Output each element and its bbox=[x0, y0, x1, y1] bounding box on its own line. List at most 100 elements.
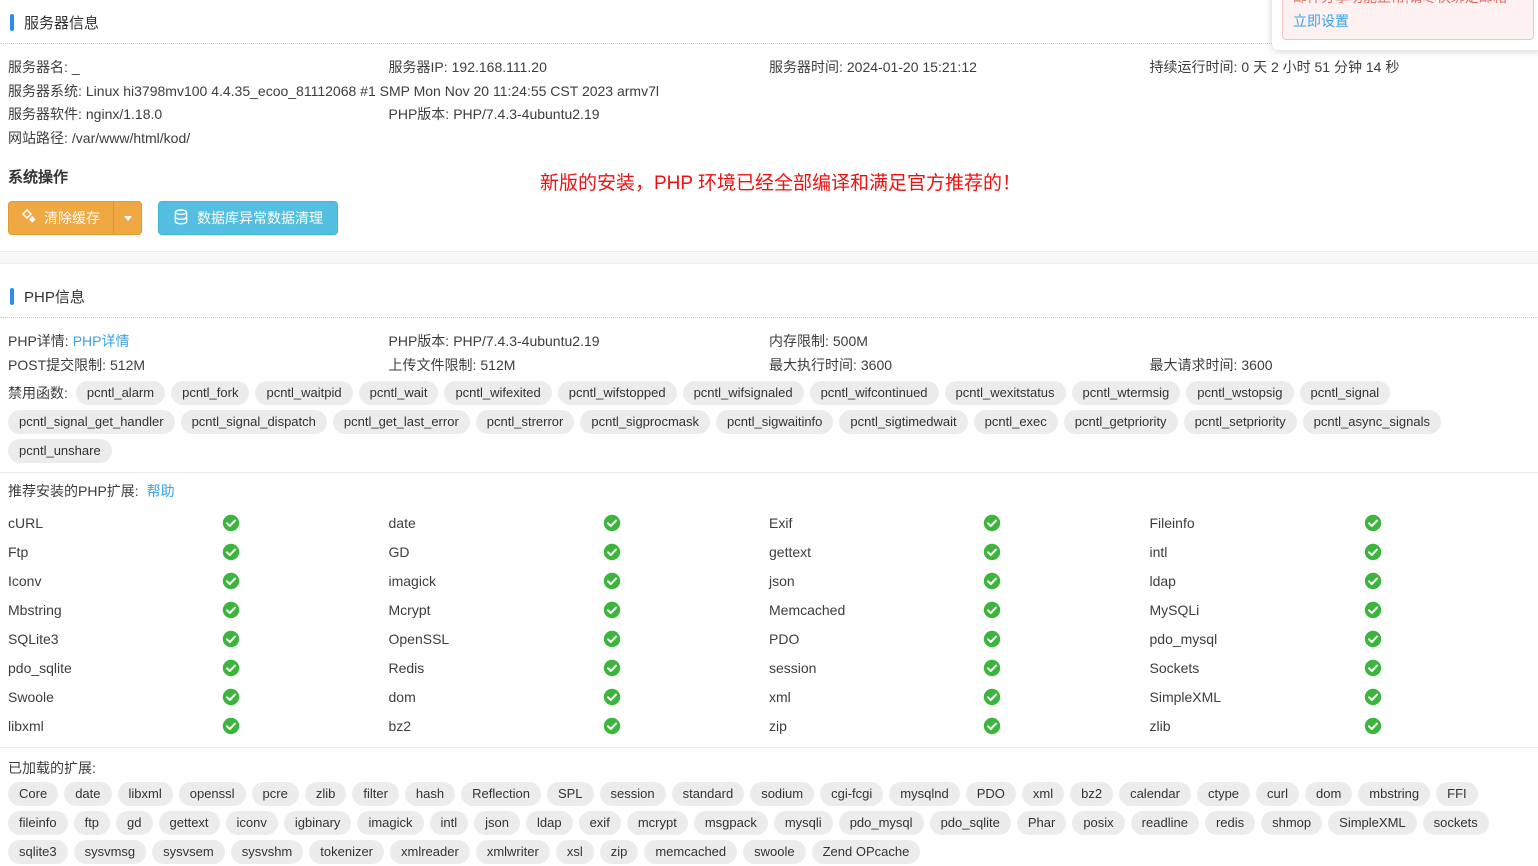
check-circle-icon bbox=[983, 514, 1001, 532]
extension-name: libxml bbox=[8, 718, 222, 734]
field-empty bbox=[1150, 330, 1531, 354]
check-circle-icon bbox=[983, 543, 1001, 561]
extension-name: ldap bbox=[1150, 573, 1364, 589]
recommended-extension-row: SimpleXML bbox=[1150, 682, 1531, 711]
loaded-extension-badge: iconv bbox=[226, 811, 278, 835]
field-label: 服务器系统: bbox=[8, 83, 82, 99]
loaded-extension-badge: pcre bbox=[252, 782, 299, 806]
disabled-function-badge: pcntl_sigtimedwait bbox=[839, 410, 967, 434]
loaded-extension-badge: redis bbox=[1205, 811, 1255, 835]
field-value: PHP/7.4.3-4ubuntu2.19 bbox=[453, 106, 599, 122]
field-php-version: PHP版本:PHP/7.4.3-4ubuntu2.19 bbox=[389, 103, 770, 127]
recommended-extension-row: gettext bbox=[769, 537, 1150, 566]
clear-cache-icon bbox=[22, 209, 37, 227]
loaded-extension-badge: sockets bbox=[1423, 811, 1489, 835]
field-uptime: 持续运行时间:0 天 2 小时 51 分钟 14 秒 bbox=[1150, 56, 1531, 80]
check-circle-icon bbox=[222, 514, 240, 532]
check-circle-icon bbox=[1364, 688, 1382, 706]
disabled-functions-list: 禁用函数: pcntl_alarmpcntl_forkpcntl_waitpid… bbox=[0, 379, 1538, 465]
loaded-extension-badge: SPL bbox=[547, 782, 594, 806]
extension-name: pdo_sqlite bbox=[8, 660, 222, 676]
loaded-extensions-label: 已加载的扩展: bbox=[0, 754, 1538, 780]
disabled-function-badge: pcntl_async_signals bbox=[1303, 410, 1441, 434]
db-clean-button[interactable]: 数据库异常数据清理 bbox=[158, 201, 338, 235]
check-circle-icon bbox=[222, 717, 240, 735]
recommended-extension-row: OpenSSL bbox=[389, 624, 770, 653]
db-clean-label: 数据库异常数据清理 bbox=[197, 208, 323, 228]
check-circle-icon bbox=[222, 572, 240, 590]
recommended-extension-row: cURL bbox=[8, 508, 389, 537]
recommended-extension-row: Swoole bbox=[8, 682, 389, 711]
check-circle-icon bbox=[1364, 543, 1382, 561]
field-php-detail: PHP详情:PHP详情 bbox=[8, 330, 389, 354]
extension-name: Fileinfo bbox=[1150, 515, 1364, 531]
field-label: 上传文件限制: bbox=[389, 357, 477, 373]
recommended-extension-row: SQLite3 bbox=[8, 624, 389, 653]
disabled-function-badge: pcntl_signal bbox=[1300, 381, 1391, 405]
server-info-title: 服务器信息 bbox=[24, 12, 99, 33]
extension-name: json bbox=[769, 573, 983, 589]
php-detail-link[interactable]: PHP详情 bbox=[73, 333, 130, 349]
disabled-function-badge: pcntl_wait bbox=[359, 381, 439, 405]
extension-name: Mbstring bbox=[8, 602, 222, 618]
loaded-extension-badge: swoole bbox=[743, 840, 805, 864]
check-circle-icon bbox=[983, 659, 1001, 677]
loaded-extension-badge: libxml bbox=[118, 782, 173, 806]
recommended-extension-row: GD bbox=[389, 537, 770, 566]
loaded-extension-badge: curl bbox=[1256, 782, 1299, 806]
php-info-title: PHP信息 bbox=[24, 286, 85, 307]
disabled-function-badge: pcntl_signal_dispatch bbox=[181, 410, 327, 434]
loaded-extension-badge: PDO bbox=[966, 782, 1016, 806]
help-link[interactable]: 帮助 bbox=[147, 483, 175, 499]
extension-name: Mcrypt bbox=[389, 602, 603, 618]
field-value: 0 天 2 小时 51 分钟 14 秒 bbox=[1241, 59, 1399, 75]
clear-cache-dropdown-toggle[interactable] bbox=[113, 202, 141, 234]
loaded-extension-badge: json bbox=[474, 811, 520, 835]
disabled-function-badge: pcntl_alarm bbox=[76, 381, 165, 405]
loaded-extension-badge: Reflection bbox=[461, 782, 541, 806]
loaded-extension-badge: posix bbox=[1072, 811, 1124, 835]
notification-popup: 邮件分享功能正常,请尽快绑定邮箱 立即设置 bbox=[1272, 0, 1538, 50]
loaded-extension-badge: ftp bbox=[74, 811, 110, 835]
clear-cache-button[interactable]: 清除缓存 bbox=[9, 202, 113, 234]
check-circle-icon bbox=[603, 688, 621, 706]
php-info-row-2: POST提交限制:512M 上传文件限制:512M 最大执行时间:3600 最大… bbox=[8, 354, 1530, 378]
loaded-extension-badge: Zend OPcache bbox=[812, 840, 921, 864]
loaded-extension-badge: gettext bbox=[159, 811, 220, 835]
loaded-extension-badge: openssl bbox=[179, 782, 246, 806]
setup-now-link[interactable]: 立即设置 bbox=[1293, 13, 1349, 29]
field-value: nginx/1.18.0 bbox=[86, 106, 162, 122]
check-circle-icon bbox=[603, 572, 621, 590]
server-info-row-3: 服务器软件:nginx/1.18.0 PHP版本:PHP/7.4.3-4ubun… bbox=[8, 103, 1530, 127]
loaded-extension-badge: SimpleXML bbox=[1328, 811, 1416, 835]
server-info-row-2: 服务器系统:Linux hi3798mv100 4.4.35_ecoo_8111… bbox=[8, 80, 1530, 104]
extension-name: Memcached bbox=[769, 602, 983, 618]
extension-name: pdo_mysql bbox=[1150, 631, 1364, 647]
extension-name: session bbox=[769, 660, 983, 676]
field-label: PHP版本: bbox=[389, 106, 450, 122]
loaded-extension-badge: calendar bbox=[1119, 782, 1191, 806]
field-value: /var/www/html/kod/ bbox=[72, 130, 190, 146]
php-info-header: PHP信息 bbox=[0, 274, 1538, 318]
extension-name: zlib bbox=[1150, 718, 1364, 734]
field-label: PHP详情: bbox=[8, 333, 69, 349]
loaded-extension-badge: filter bbox=[352, 782, 399, 806]
field-value: Linux hi3798mv100 4.4.35_ecoo_81112068 #… bbox=[86, 83, 659, 99]
check-circle-icon bbox=[983, 717, 1001, 735]
extension-name: imagick bbox=[389, 573, 603, 589]
disabled-function-badge: pcntl_getpriority bbox=[1064, 410, 1178, 434]
extension-name: Swoole bbox=[8, 689, 222, 705]
loaded-extension-badge: exif bbox=[579, 811, 621, 835]
recommended-extension-row: PDO bbox=[769, 624, 1150, 653]
recommended-extensions-heading: 推荐安装的PHP扩展: 帮助 bbox=[0, 479, 1538, 504]
field-label: 服务器名: bbox=[8, 59, 68, 75]
recommended-extension-row: pdo_sqlite bbox=[8, 653, 389, 682]
loaded-extension-badge: msgpack bbox=[694, 811, 768, 835]
section-php-info: PHP信息 PHP详情:PHP详情 PHP版本:PHP/7.4.3-4ubunt… bbox=[0, 264, 1538, 866]
recommended-extension-row: Memcached bbox=[769, 595, 1150, 624]
disabled-function-badge: pcntl_wifexited bbox=[444, 381, 551, 405]
system-ops-buttons: 清除缓存 数据库异常数据清理 bbox=[8, 201, 1530, 235]
loaded-extension-badge: standard bbox=[672, 782, 745, 806]
field-label: 最大请求时间: bbox=[1150, 357, 1238, 373]
extension-name: cURL bbox=[8, 515, 222, 531]
